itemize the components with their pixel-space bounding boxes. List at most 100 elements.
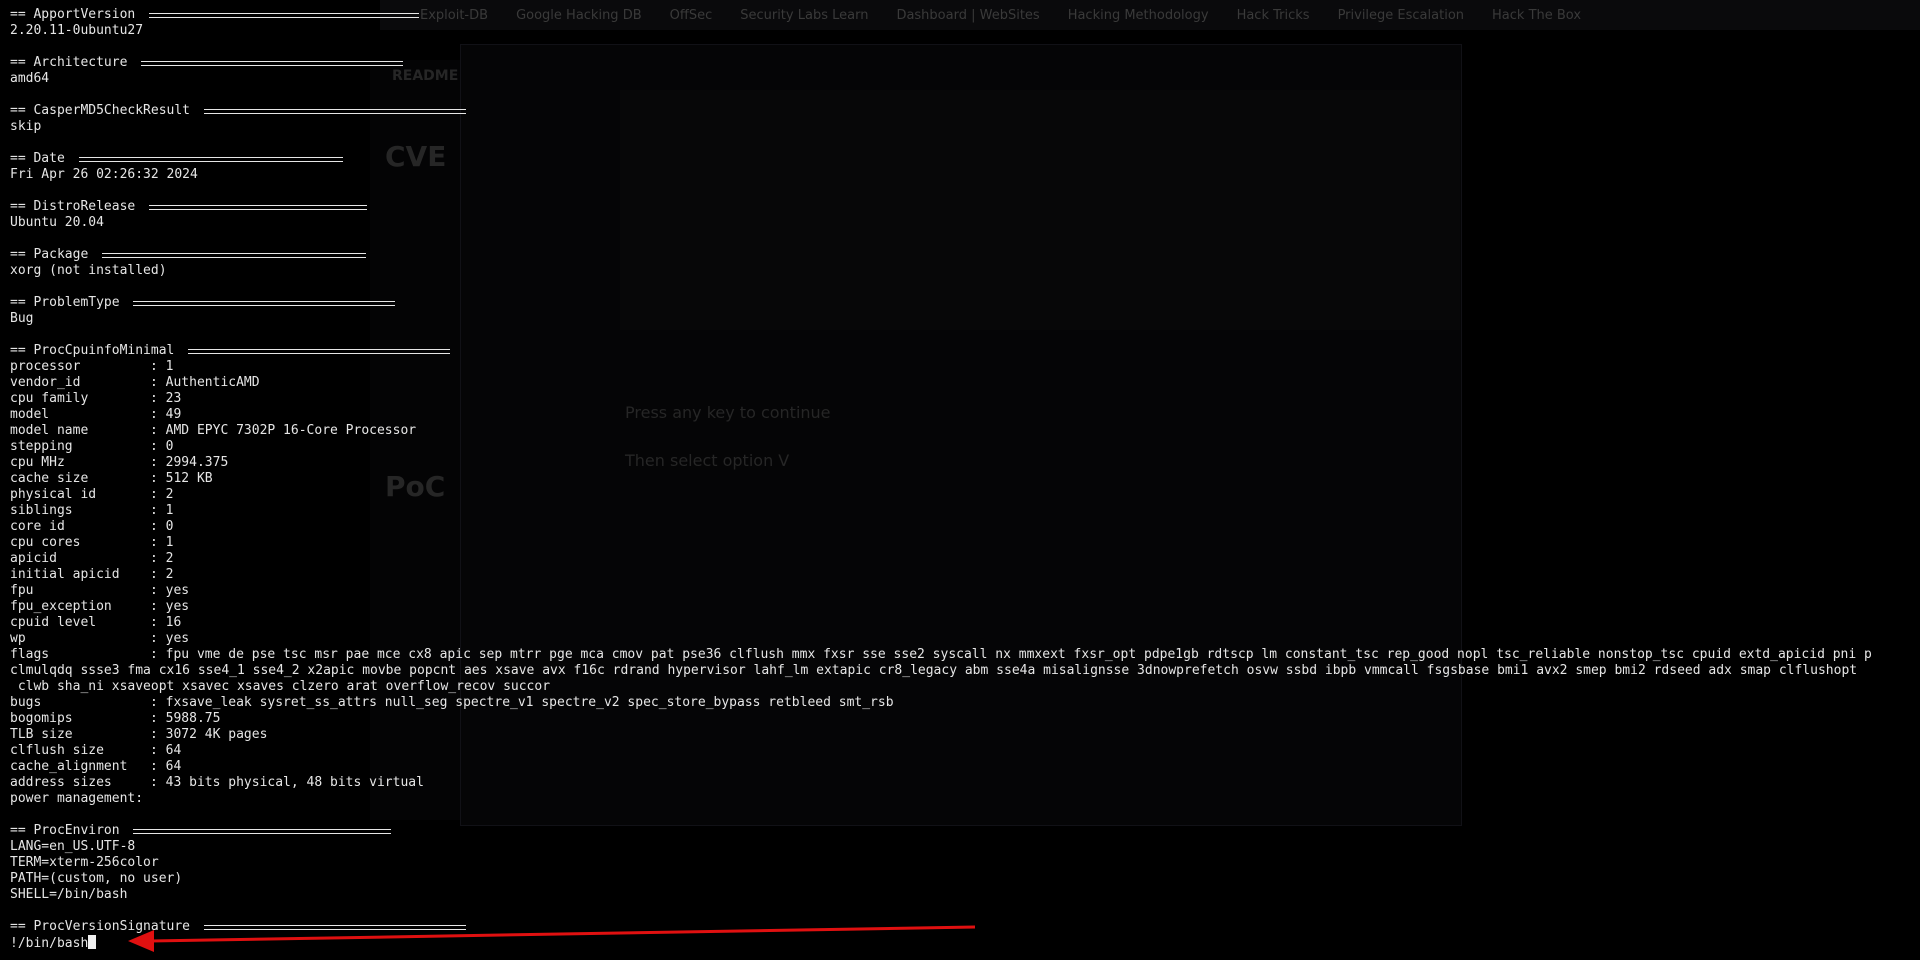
cpuinfo-row: wp: yes	[10, 631, 1910, 647]
environ-line: LANG=en_US.UTF-8	[10, 839, 136, 854]
power-management-line: power management:	[10, 791, 144, 806]
section-header: == DistroRelease	[10, 199, 1910, 215]
cpuinfo-key: clflush size	[10, 743, 104, 758]
cpuinfo-value: yes	[165, 583, 190, 598]
cpuinfo-row: siblings: 1	[10, 503, 1910, 519]
cpuinfo-row: model name: AMD EPYC 7302P 16-Core Proce…	[10, 423, 1910, 439]
cpuinfo-separator: :	[150, 583, 166, 598]
cpuinfo-key: cpuid level	[10, 615, 97, 630]
cpuinfo-separator: :	[150, 775, 166, 790]
cpuinfo-key: TLB size	[10, 727, 73, 742]
cpuinfo-key: vendor_id	[10, 375, 81, 390]
environ-lines: LANG=en_US.UTF-8 TERM=xterm-256color PATH=…	[10, 839, 1910, 903]
cpuinfo-row: cpu family: 23	[10, 391, 1910, 407]
cpuinfo-value: 5988.75	[165, 711, 221, 726]
terminal-prompt-line[interactable]: !/bin/bash	[10, 935, 1910, 951]
cpuinfo-separator: :	[150, 551, 166, 566]
cpuinfo-separator: :	[150, 503, 166, 518]
distro-value: Ubuntu 20.04	[10, 215, 104, 230]
flags-wrap-line: clwb sha_ni xsaveopt xsavec xsaves clzer…	[10, 679, 551, 694]
section-header: == ApportVersion	[10, 7, 1910, 23]
cpuinfo-row: initial apicid: 2	[10, 567, 1910, 583]
cpuinfo-row: cache size: 512 KB	[10, 471, 1910, 487]
cpuinfo-value: 23	[165, 391, 182, 406]
cpuinfo-key: bogomips	[10, 711, 73, 726]
cpuinfo-separator: :	[150, 615, 166, 630]
section-header: == ProcEnviron	[10, 823, 1910, 839]
cpuinfo-row: TLB size: 3072 4K pages	[10, 727, 1910, 743]
cpuinfo-key: address sizes	[10, 775, 112, 790]
section-header: == Package	[10, 247, 1910, 263]
environ-line: TERM=xterm-256color	[10, 855, 159, 870]
prompt-text: !/bin/bash	[10, 936, 89, 951]
cpuinfo-separator: :	[150, 535, 166, 550]
cpuinfo-key: cpu MHz	[10, 455, 65, 470]
cpuinfo-key: wp	[10, 631, 26, 646]
section-header: == ProcCpuinfoMinimal	[10, 343, 1910, 359]
cpuinfo-value: 0	[165, 519, 174, 534]
cpuinfo-key: cache_alignment	[10, 759, 128, 774]
cpuinfo-value: AuthenticAMD	[165, 375, 260, 390]
cpuinfo-row: bogomips: 5988.75	[10, 711, 1910, 727]
cpuinfo-value: 64	[165, 759, 182, 774]
cpuinfo-row: flags: fpu vme de pse tsc msr pae mce cx…	[10, 647, 1872, 662]
cpuinfo-key: fpu	[10, 583, 34, 598]
cpuinfo-separator: :	[150, 567, 166, 582]
cpuinfo-separator: :	[150, 599, 166, 614]
cpuinfo-value: yes	[165, 599, 190, 614]
cpuinfo-row: cpu MHz: 2994.375	[10, 455, 1910, 471]
cpuinfo-row: fpu: yes	[10, 583, 1910, 599]
problem-type-value: Bug	[10, 311, 34, 326]
cpuinfo-key: model	[10, 407, 50, 422]
cpuinfo-value: 43 bits physical, 48 bits virtual	[165, 775, 424, 790]
cpuinfo-key: apicid	[10, 551, 57, 566]
cpuinfo-key: core id	[10, 519, 65, 534]
cpuinfo-row: clflush size: 64	[10, 743, 1910, 759]
cpuinfo-key: cpu cores	[10, 535, 81, 550]
cpuinfo-key: cache size	[10, 471, 89, 486]
cpuinfo-value: 16	[165, 615, 182, 630]
cpuinfo-separator: :	[150, 471, 166, 486]
cpuinfo-key: physical id	[10, 487, 97, 502]
date-value: Fri Apr 26 02:26:32 2024	[10, 167, 198, 182]
cpuinfo-rows-after: bugs: fxsave_leak sysret_ss_attrs null_s…	[10, 695, 1910, 791]
architecture-value: amd64	[10, 71, 50, 86]
cpuinfo-value: AMD EPYC 7302P 16-Core Processor	[165, 423, 417, 438]
environ-line: PATH=(custom, no user)	[10, 871, 183, 886]
cpuinfo-separator: :	[150, 487, 166, 502]
cpuinfo-row: stepping: 0	[10, 439, 1910, 455]
cpuinfo-separator: :	[150, 727, 166, 742]
package-value: xorg (not installed)	[10, 263, 167, 278]
cpuinfo-row: cache_alignment: 64	[10, 759, 1910, 775]
section-header: == CasperMD5CheckResult	[10, 103, 1910, 119]
cpuinfo-row: cpu cores: 1	[10, 535, 1910, 551]
cpuinfo-separator: :	[150, 519, 166, 534]
cpuinfo-separator: :	[150, 711, 166, 726]
cpuinfo-key: initial apicid	[10, 567, 120, 582]
cpuinfo-value: 2	[165, 487, 174, 502]
cpuinfo-separator: :	[150, 407, 166, 422]
cpuinfo-separator: :	[150, 631, 166, 646]
cpuinfo-row: address sizes: 43 bits physical, 48 bits…	[10, 775, 1910, 791]
cpuinfo-value: 64	[165, 743, 182, 758]
cpuinfo-key: cpu family	[10, 391, 89, 406]
cpuinfo-row: fpu_exception: yes	[10, 599, 1910, 615]
cpuinfo-key: fpu_exception	[10, 599, 112, 614]
cpuinfo-key: processor	[10, 359, 81, 374]
cpuinfo-separator: :	[150, 423, 166, 438]
cpuinfo-value: 512 KB	[165, 471, 213, 486]
text-cursor	[88, 935, 97, 949]
cpuinfo-separator: :	[150, 375, 166, 390]
cpuinfo-separator: :	[150, 391, 166, 406]
cpuinfo-separator: :	[150, 759, 166, 774]
cpuinfo-row: bugs: fxsave_leak sysret_ss_attrs null_s…	[10, 695, 1910, 711]
cpuinfo-value: 2	[165, 567, 174, 582]
cpuinfo-key: stepping	[10, 439, 73, 454]
cpuinfo-separator: :	[150, 743, 166, 758]
cpuinfo-key: siblings	[10, 503, 73, 518]
cpuinfo-value: 1	[165, 503, 174, 518]
cpuinfo-row: model: 49	[10, 407, 1910, 423]
cpuinfo-separator: :	[150, 455, 166, 470]
cpuinfo-row: apicid: 2	[10, 551, 1910, 567]
section-header: == ProblemType	[10, 295, 1910, 311]
